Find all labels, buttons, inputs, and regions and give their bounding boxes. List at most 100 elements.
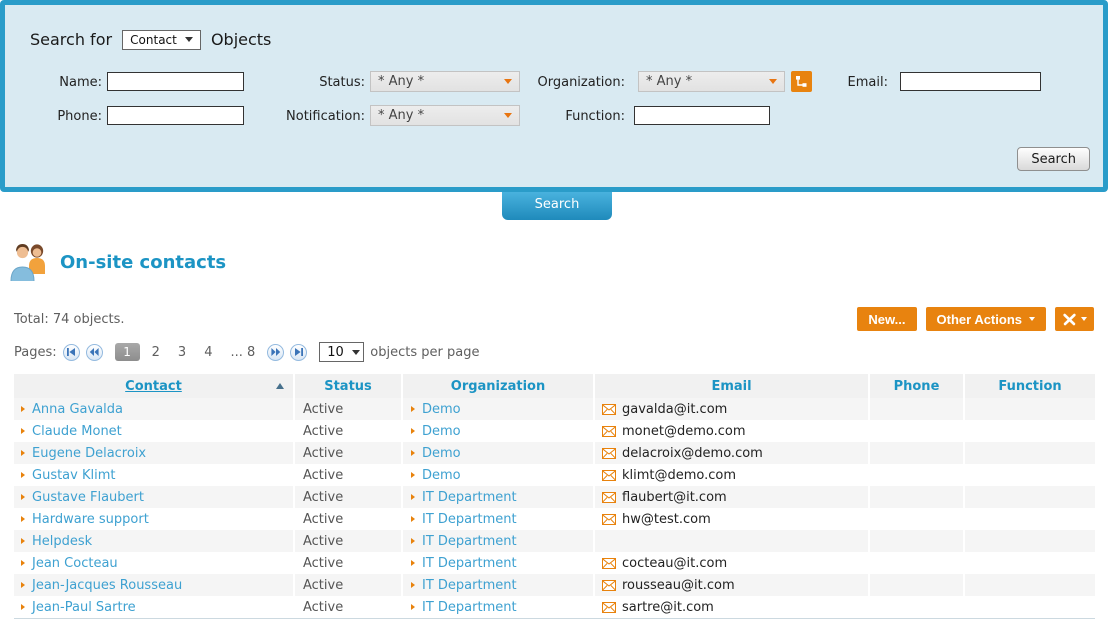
page-link-4[interactable]: 4	[198, 345, 218, 360]
organization-link[interactable]: IT Department	[422, 512, 517, 527]
column-header-status[interactable]: Status	[295, 374, 403, 398]
table-row: Helpdesk Active IT Department	[14, 530, 1095, 552]
contact-link[interactable]: Gustave Flaubert	[32, 490, 144, 505]
next-page-button[interactable]	[267, 344, 284, 361]
contact-link[interactable]: Jean-Paul Sartre	[32, 600, 136, 615]
new-button-label: New...	[868, 312, 905, 327]
contact-link[interactable]: Anna Gavalda	[32, 402, 123, 417]
email-link[interactable]: rousseau@it.com	[622, 578, 735, 593]
table-row: Claude Monet Active Demo monet@demo.com	[14, 420, 1095, 442]
arrow-right-icon	[21, 516, 25, 522]
organization-cell: IT Department	[403, 508, 595, 530]
arrow-right-icon	[411, 494, 415, 500]
chevron-down-icon	[352, 350, 360, 355]
contact-link[interactable]: Jean-Jacques Rousseau	[32, 578, 182, 593]
previous-page-button[interactable]	[86, 344, 103, 361]
contact-link[interactable]: Jean Cocteau	[32, 556, 118, 571]
class-select[interactable]: Contact	[122, 30, 201, 50]
status-select[interactable]: * Any *	[370, 71, 520, 92]
table-body: Anna Gavalda Active Demo gavalda@it.com …	[14, 398, 1095, 618]
notification-select[interactable]: * Any *	[370, 105, 520, 126]
phone-input[interactable]	[107, 106, 244, 125]
column-header-organization[interactable]: Organization	[403, 374, 595, 398]
email-link[interactable]: klimt@demo.com	[622, 468, 736, 483]
organization-cell: IT Department	[403, 552, 595, 574]
email-link[interactable]: hw@test.com	[622, 512, 711, 527]
phone-cell	[870, 552, 965, 574]
table-row: Eugene Delacroix Active Demo delacroix@d…	[14, 442, 1095, 464]
column-header-function[interactable]: Function	[965, 374, 1095, 398]
function-label: Function:	[520, 109, 625, 124]
contact-link[interactable]: Claude Monet	[32, 424, 122, 439]
contact-link[interactable]: Eugene Delacroix	[32, 446, 146, 461]
email-link[interactable]: cocteau@it.com	[622, 556, 727, 571]
column-header-email[interactable]: Email	[595, 374, 870, 398]
arrow-right-icon	[21, 604, 25, 610]
table-header: Contact Status Organization Email Phone …	[14, 374, 1095, 398]
search-tab[interactable]: Search	[502, 192, 612, 220]
contact-link[interactable]: Hardware support	[32, 512, 149, 527]
email-link[interactable]: delacroix@demo.com	[622, 446, 763, 461]
contact-link[interactable]: Gustav Klimt	[32, 468, 115, 483]
first-page-button[interactable]	[63, 344, 80, 361]
tools-menu-button[interactable]	[1055, 307, 1094, 331]
phone-cell	[870, 574, 965, 596]
other-actions-button[interactable]: Other Actions	[926, 307, 1046, 331]
toolbar: New... Other Actions	[857, 307, 1094, 331]
organization-label: Organization:	[520, 75, 625, 90]
organization-link[interactable]: IT Department	[422, 490, 517, 505]
notification-select-value: * Any *	[378, 108, 424, 123]
phone-cell	[870, 420, 965, 442]
organization-link[interactable]: Demo	[422, 468, 461, 483]
page-link-last[interactable]: ... 8	[224, 345, 261, 360]
email-label: Email:	[823, 75, 888, 90]
arrow-right-icon	[411, 516, 415, 522]
arrow-right-icon	[21, 582, 25, 588]
function-cell	[965, 442, 1095, 464]
page-link-3[interactable]: 3	[172, 345, 192, 360]
contact-cell: Gustave Flaubert	[14, 486, 295, 508]
column-header-contact[interactable]: Contact	[14, 374, 295, 398]
page-link-2[interactable]: 2	[146, 345, 166, 360]
email-link[interactable]: flaubert@it.com	[622, 490, 727, 505]
column-header-phone[interactable]: Phone	[870, 374, 965, 398]
organization-cell: IT Department	[403, 596, 595, 618]
status-select-value: * Any *	[378, 74, 424, 89]
first-page-icon	[66, 347, 76, 357]
email-link[interactable]: gavalda@it.com	[622, 402, 727, 417]
phone-cell	[870, 486, 965, 508]
name-input[interactable]	[107, 72, 244, 91]
organization-select[interactable]: * Any *	[638, 71, 785, 92]
status-cell: Active	[295, 508, 403, 530]
organization-link[interactable]: IT Department	[422, 600, 517, 615]
email-input[interactable]	[900, 72, 1041, 91]
organization-link[interactable]: Demo	[422, 402, 461, 417]
last-page-button[interactable]	[290, 344, 307, 361]
search-title: Search for Contact Objects	[30, 29, 271, 50]
status-cell: Active	[295, 398, 403, 420]
email-cell: klimt@demo.com	[595, 464, 870, 486]
email-icon	[602, 492, 616, 503]
status-label: Status:	[285, 75, 365, 90]
organization-link[interactable]: IT Department	[422, 578, 517, 593]
email-link[interactable]: monet@demo.com	[622, 424, 746, 439]
contact-link[interactable]: Helpdesk	[32, 534, 92, 549]
organization-link[interactable]: IT Department	[422, 556, 517, 571]
email-cell: flaubert@it.com	[595, 486, 870, 508]
organization-link[interactable]: IT Department	[422, 534, 517, 549]
contact-cell: Jean-Jacques Rousseau	[14, 574, 295, 596]
organization-link[interactable]: Demo	[422, 446, 461, 461]
function-cell	[965, 596, 1095, 618]
page-heading: On-site contacts	[8, 242, 226, 282]
table-row: Jean-Paul Sartre Active IT Department sa…	[14, 596, 1095, 618]
table-row: Hardware support Active IT Department hw…	[14, 508, 1095, 530]
organization-link[interactable]: Demo	[422, 424, 461, 439]
email-link[interactable]: sartre@it.com	[622, 600, 714, 615]
new-button[interactable]: New...	[857, 307, 916, 331]
search-button[interactable]: Search	[1017, 147, 1090, 171]
function-input[interactable]	[634, 106, 770, 125]
email-cell: monet@demo.com	[595, 420, 870, 442]
page-size-select[interactable]: 10	[319, 342, 364, 362]
hierarchy-button[interactable]	[791, 71, 812, 92]
arrow-right-icon	[21, 472, 25, 478]
